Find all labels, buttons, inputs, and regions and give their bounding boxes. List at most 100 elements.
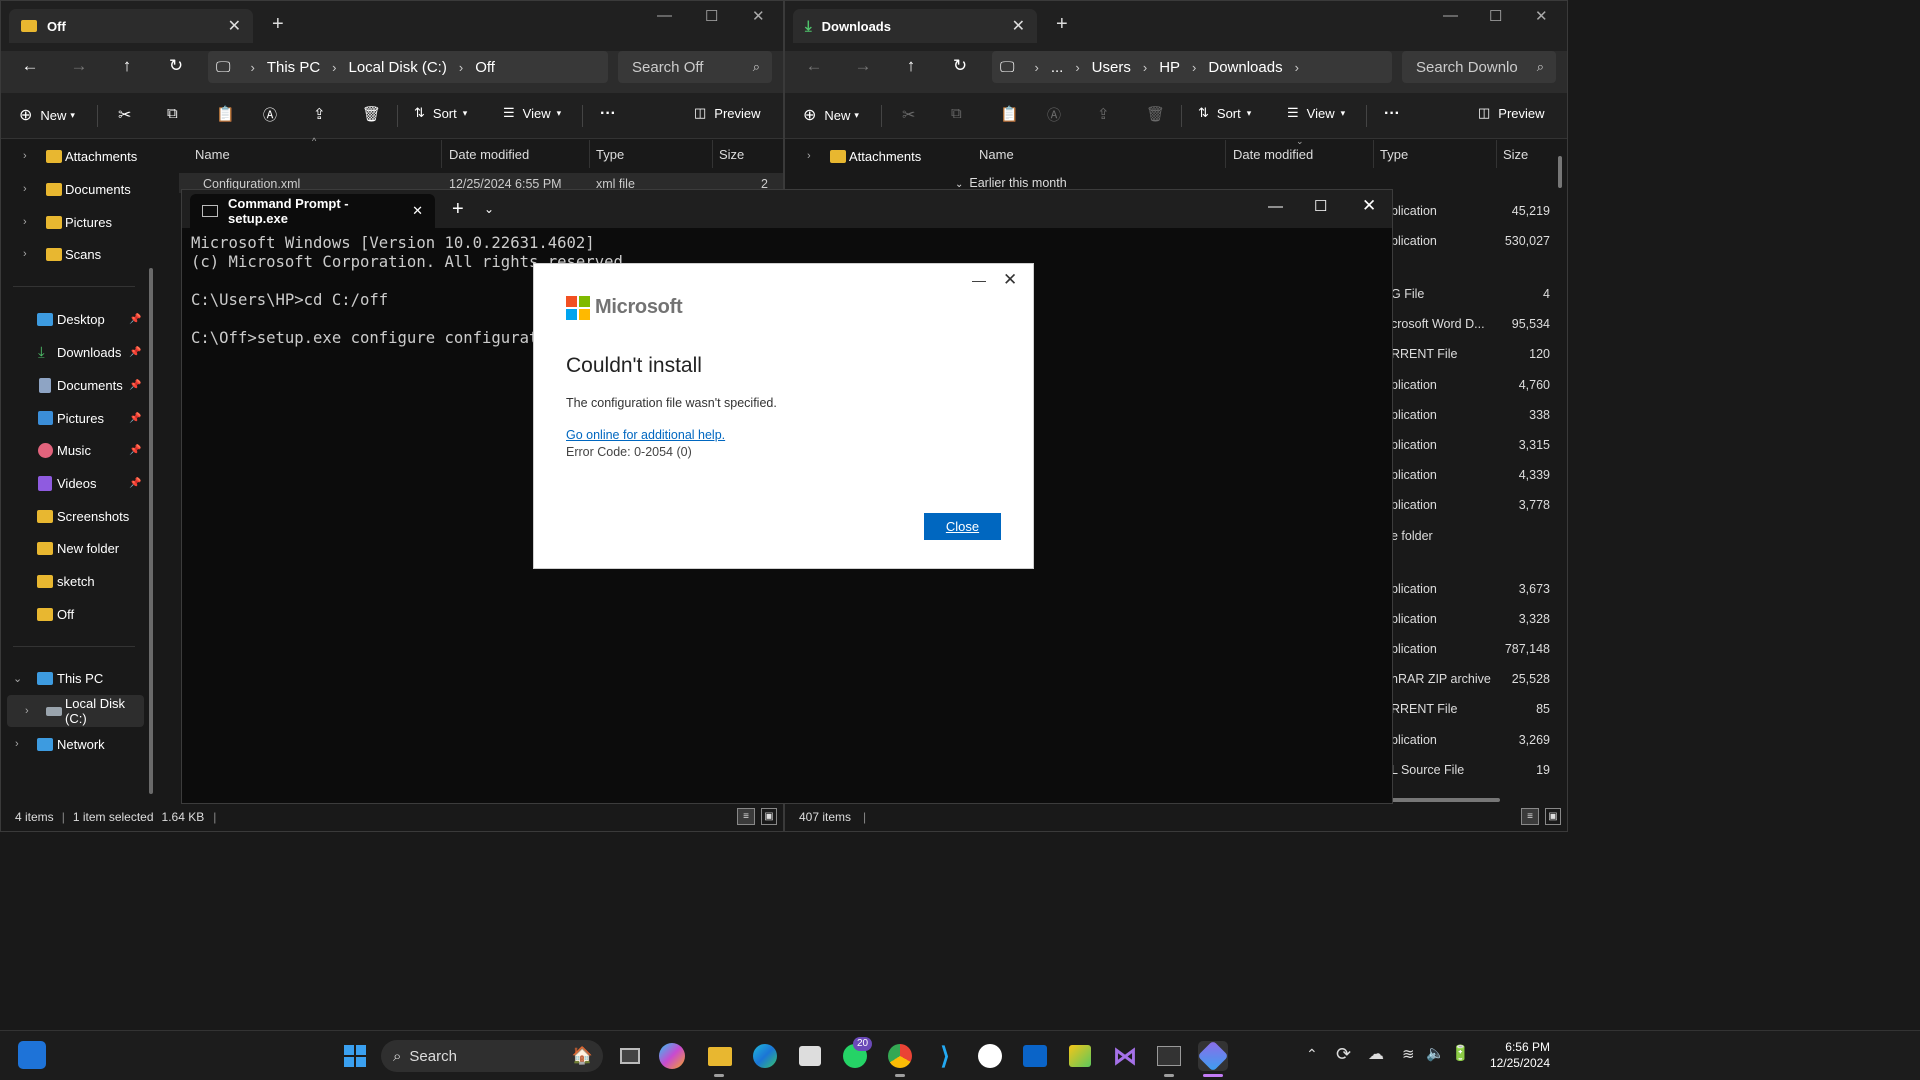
share-icon[interactable]: ⇪ (313, 105, 326, 123)
column-header-size[interactable]: Size (719, 140, 744, 168)
sidebar-item-videos[interactable]: Videos 📌 (1, 470, 159, 496)
sidebar-item-network[interactable]: › Network (1, 731, 159, 757)
back-arrow-icon[interactable]: ← (799, 51, 829, 81)
sort-button[interactable]: ⇅ Sort ▾ (1198, 105, 1251, 121)
office-setup-icon[interactable] (1197, 1040, 1229, 1072)
start-windows-icon[interactable] (340, 1041, 370, 1071)
tab-off[interactable]: Off ✕ (9, 9, 253, 43)
maximize-button[interactable]: ☐ (1489, 7, 1502, 25)
preview-button[interactable]: ◫ Preview (694, 105, 761, 121)
sidebar-item-documents-quick[interactable]: Documents 📌 (1, 372, 159, 398)
tab-downloads[interactable]: ⤓ Downloads ✕ (793, 9, 1037, 43)
wifi-icon[interactable]: ≋ (1402, 1045, 1415, 1063)
breadcrumb-item[interactable]: Users (1092, 59, 1131, 76)
breadcrumb-item[interactable]: Downloads (1208, 59, 1282, 76)
pin-icon[interactable]: 📌 (129, 347, 141, 358)
sidebar-item-sketch[interactable]: sketch (1, 568, 159, 594)
up-arrow-icon[interactable]: ↑ (112, 51, 142, 81)
new-tab-button[interactable]: + (1056, 13, 1068, 36)
breadcrumb-item[interactable]: Local Disk (C:) (349, 59, 447, 76)
sidebar-item-attachments[interactable]: › Attachments (785, 143, 943, 169)
details-view-icon[interactable]: ≡ (737, 808, 755, 825)
address-bar[interactable]: 🖵 › ... › Users › HP › Downloads › (992, 51, 1392, 83)
chrome-icon[interactable] (885, 1041, 915, 1071)
breadcrumb-overflow[interactable]: ... (1051, 59, 1064, 76)
chevron-up-icon[interactable]: ⌃ (1306, 1046, 1318, 1063)
sidebar-item-pictures-quick[interactable]: Pictures 📌 (1, 405, 159, 431)
task-view-icon[interactable] (615, 1041, 645, 1071)
sidebar-item-documents[interactable]: › Documents (1, 176, 159, 202)
column-header-type[interactable]: Type (596, 140, 624, 168)
close-tab-icon[interactable]: ✕ (228, 16, 241, 36)
battery-icon[interactable]: 🔋 (1451, 1044, 1470, 1062)
column-header-size[interactable]: Size (1503, 140, 1528, 168)
maximize-button[interactable]: ☐ (705, 7, 718, 25)
minimize-button[interactable]: — (1268, 198, 1283, 215)
sync-icon[interactable]: ⟳ (1336, 1044, 1351, 1065)
widgets-icon[interactable] (18, 1041, 46, 1069)
column-header-name[interactable]: Name (195, 140, 230, 168)
column-header-date[interactable]: Date modified (449, 140, 529, 168)
volume-icon[interactable]: 🔈 (1426, 1044, 1445, 1062)
up-arrow-icon[interactable]: ↑ (896, 51, 926, 81)
scrollbar[interactable] (1558, 156, 1562, 188)
view-button[interactable]: ☰ View ▾ (1287, 105, 1345, 121)
search-input[interactable]: Search Off ⌕ (618, 51, 772, 83)
cut-icon[interactable]: ✂ (902, 105, 915, 125)
paste-icon[interactable]: 📋 (216, 105, 235, 123)
horizontal-scrollbar[interactable] (1390, 798, 1500, 802)
taskbar-search[interactable]: ⌕ Search 🏠 (381, 1040, 603, 1072)
close-tab-icon[interactable]: ✕ (412, 203, 423, 219)
refresh-icon[interactable]: ↻ (945, 51, 975, 81)
sidebar-item-new-folder[interactable]: New folder (1, 535, 159, 561)
search-input[interactable]: Search Downlo ⌕ (1402, 51, 1556, 83)
close-window-button[interactable]: ✕ (752, 7, 765, 25)
new-button[interactable]: ⊕ New ▾ (19, 105, 75, 125)
close-window-button[interactable]: ✕ (1362, 196, 1376, 216)
sidebar-item-desktop[interactable]: Desktop 📌 (1, 306, 159, 332)
close-tab-icon[interactable]: ✕ (1012, 16, 1025, 36)
delete-icon[interactable]: 🗑 (362, 105, 381, 123)
help-link[interactable]: Go online for additional help. (566, 428, 725, 442)
terminal-icon[interactable] (1154, 1041, 1184, 1071)
sidebar-item-off[interactable]: Off (1, 601, 159, 627)
maximize-button[interactable]: ☐ (1314, 197, 1327, 215)
copilot-icon[interactable] (659, 1043, 685, 1069)
breadcrumb-item[interactable]: Off (475, 59, 495, 76)
pin-icon[interactable]: 📌 (129, 314, 141, 325)
copy-icon[interactable]: ⧉ (167, 105, 178, 122)
minimize-button[interactable]: — (1443, 7, 1458, 24)
pin-icon[interactable]: 📌 (129, 380, 141, 391)
new-tab-button[interactable]: + (452, 198, 464, 221)
sidebar-item-downloads[interactable]: ⤓ Downloads 📌 (1, 339, 159, 365)
sidebar-item-music[interactable]: Music 📌 (1, 437, 159, 463)
minimize-button[interactable]: — (657, 7, 672, 24)
view-button[interactable]: ☰ View ▾ (503, 105, 561, 121)
new-button[interactable]: ⊕ New ▾ (803, 105, 859, 125)
new-tab-button[interactable]: + (272, 13, 284, 36)
paint-icon[interactable] (1065, 1041, 1095, 1071)
scrollbar[interactable] (149, 268, 153, 794)
outlook-icon[interactable] (1020, 1041, 1050, 1071)
whatsapp-desktop-icon[interactable] (975, 1041, 1005, 1071)
delete-icon[interactable]: 🗑 (1146, 105, 1165, 123)
clock[interactable]: 6:56 PM 12/25/2024 (1480, 1039, 1550, 1071)
pin-icon[interactable]: 📌 (129, 478, 141, 489)
more-options-icon[interactable]: ··· (1384, 105, 1400, 123)
details-view-icon[interactable]: ≡ (1521, 808, 1539, 825)
onedrive-icon[interactable]: ☁ (1368, 1044, 1384, 1064)
rename-icon[interactable]: Ⓐ (263, 105, 277, 125)
close-window-button[interactable]: ✕ (1535, 7, 1548, 25)
preview-button[interactable]: ◫ Preview (1478, 105, 1545, 121)
edge-icon[interactable] (750, 1041, 780, 1071)
sidebar-item-scans[interactable]: › Scans (1, 241, 159, 267)
column-header-name[interactable]: Name (979, 140, 1014, 168)
sidebar-item-local-disk[interactable]: › Local Disk (C:) (7, 695, 144, 727)
close-icon[interactable]: ✕ (1003, 270, 1017, 290)
forward-arrow-icon[interactable]: → (64, 51, 94, 81)
paste-icon[interactable]: 📋 (1000, 105, 1019, 123)
more-options-icon[interactable]: ··· (600, 105, 616, 123)
refresh-icon[interactable]: ↻ (161, 51, 191, 81)
visual-studio-icon[interactable]: ⋈ (1110, 1041, 1140, 1071)
copy-icon[interactable]: ⧉ (951, 105, 962, 122)
